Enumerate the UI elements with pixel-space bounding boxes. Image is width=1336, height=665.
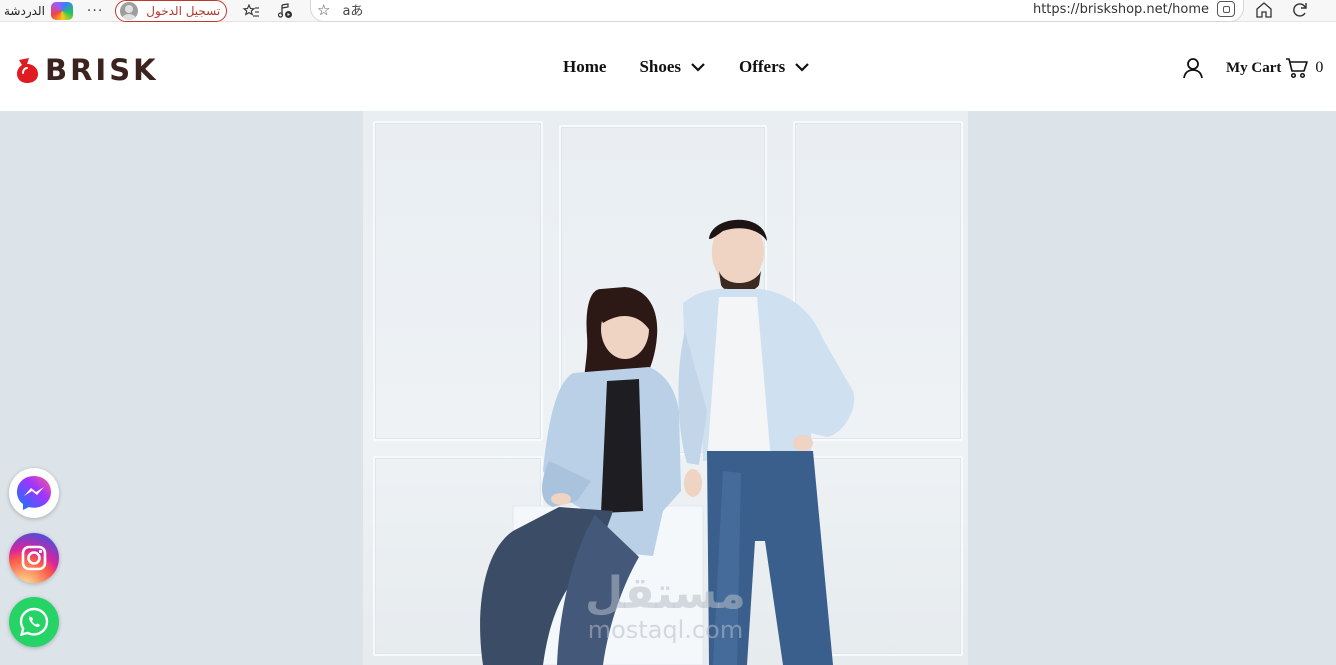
- site-info-icon[interactable]: [1217, 1, 1235, 17]
- chevron-down-icon: [691, 63, 705, 72]
- favorite-star-icon[interactable]: ☆: [317, 1, 330, 19]
- favorites-list-icon[interactable]: [241, 2, 261, 20]
- shopping-cart-icon[interactable]: [1285, 57, 1309, 79]
- header-tools: My Cart 0: [1182, 57, 1323, 79]
- nav-shoes-label: Shoes: [639, 57, 682, 76]
- mostaql-watermark: مستقل mostaql.com: [585, 568, 746, 644]
- nav-shoes[interactable]: Shoes: [639, 57, 706, 77]
- brisk-logo-mark-icon: [17, 58, 38, 83]
- browser-toolbar: الدردشة ··· تسجيل الدخول ☆ aあ https://br…: [0, 0, 1336, 22]
- home-icon[interactable]: [1254, 0, 1274, 20]
- address-bar[interactable]: ☆ aあ https://briskshop.net/home: [310, 0, 1244, 22]
- messenger-button[interactable]: [9, 468, 59, 518]
- cart-count: 0: [1315, 59, 1324, 76]
- media-control-icon[interactable]: [275, 2, 295, 20]
- copilot-label[interactable]: الدردشة: [4, 4, 45, 18]
- nav-home-label: Home: [563, 57, 607, 76]
- watermark-arabic: مستقل: [585, 568, 746, 619]
- whatsapp-icon: [19, 607, 49, 637]
- hero-banner: مستقل mostaql.com: [0, 111, 1336, 665]
- brand-name: BRISK: [45, 53, 159, 87]
- nav-offers-label: Offers: [739, 57, 786, 76]
- cart-label[interactable]: My Cart: [1226, 60, 1281, 77]
- copilot-icon[interactable]: [50, 2, 73, 20]
- toolbar-left-group: الدردشة ··· تسجيل الدخول: [0, 0, 295, 22]
- chevron-down-icon: [795, 63, 810, 72]
- instagram-icon: [21, 545, 47, 571]
- instagram-button[interactable]: [9, 533, 59, 583]
- user-account-icon[interactable]: [1182, 57, 1204, 79]
- brand-logo[interactable]: BRISK: [15, 55, 159, 85]
- sign-in-label: تسجيل الدخول: [146, 4, 221, 18]
- messenger-icon: [17, 476, 51, 510]
- whatsapp-button[interactable]: [9, 597, 59, 647]
- reload-icon[interactable]: [1290, 0, 1310, 20]
- watermark-latin: mostaql.com: [587, 616, 744, 644]
- nav-offers[interactable]: Offers: [739, 57, 810, 77]
- nav-home[interactable]: Home: [563, 57, 606, 77]
- sign-in-button[interactable]: تسجيل الدخول: [115, 0, 228, 22]
- profile-avatar-icon: [120, 2, 139, 20]
- more-options-button[interactable]: ···: [87, 3, 103, 19]
- translate-icon[interactable]: aあ: [342, 0, 363, 19]
- main-nav: Home Shoes Offers: [563, 57, 810, 77]
- site-header: BRISK Home Shoes Offers My Cart 0: [0, 22, 1336, 111]
- url-text[interactable]: https://briskshop.net/home: [1033, 2, 1209, 17]
